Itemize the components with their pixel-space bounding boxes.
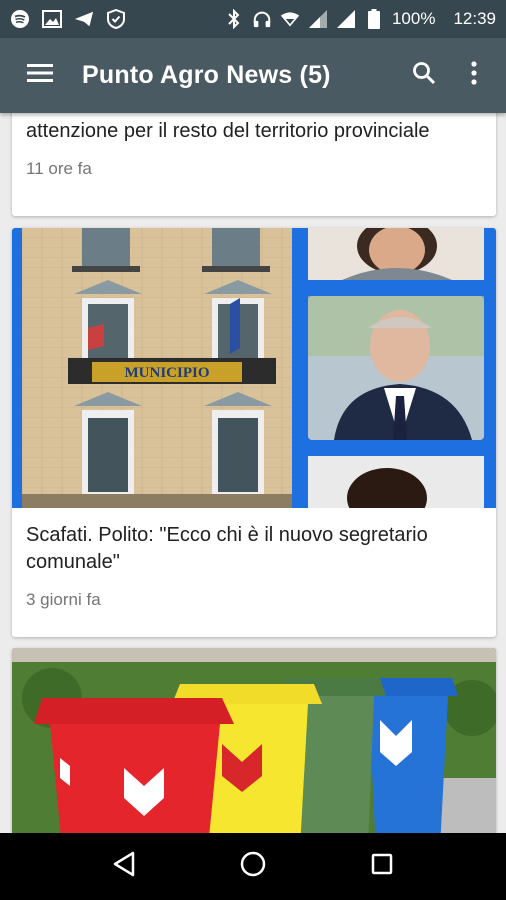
app-bar: Punto Agro News (5) [0, 38, 506, 113]
page-title: Punto Agro News (5) [82, 61, 331, 89]
news-title: Scafati. Polito: "Ecco chi è il nuovo se… [26, 524, 428, 573]
news-feed[interactable]: attenzione per il resto del territorio p… [0, 113, 506, 833]
signal-icon-2 [336, 9, 356, 29]
menu-button[interactable] [18, 54, 62, 98]
news-image [12, 648, 496, 833]
shield-icon [106, 9, 126, 29]
clock: 12:39 [453, 9, 496, 28]
news-title: attenzione per il resto del territorio p… [26, 120, 430, 142]
battery-icon [364, 9, 384, 29]
wifi-icon [280, 9, 300, 29]
home-circle-icon [240, 851, 266, 882]
back-button[interactable] [99, 842, 149, 892]
news-card[interactable] [12, 648, 496, 833]
search-icon [412, 61, 436, 90]
news-time: 11 ore fa [26, 159, 92, 178]
send-icon [74, 9, 94, 29]
overflow-menu-button[interactable] [452, 54, 496, 98]
news-time: 3 giorni fa [26, 590, 101, 609]
more-vert-icon [471, 61, 477, 90]
image-icon [42, 9, 62, 29]
bluetooth-icon [224, 9, 244, 29]
news-card[interactable]: MUNICIPIO Scafati. Polito: "Ecco chi è i… [12, 228, 496, 637]
battery-percentage: 100% [391, 9, 436, 28]
headphones-icon [252, 9, 272, 29]
status-bar: 100% 12:39 [0, 0, 506, 38]
news-card[interactable]: attenzione per il resto del territorio p… [12, 113, 496, 216]
system-navigation-bar [0, 833, 506, 900]
recents-square-icon [371, 853, 393, 880]
signal-icon [308, 9, 328, 29]
spotify-icon [10, 9, 30, 29]
hamburger-menu-icon [27, 63, 53, 88]
recents-button[interactable] [357, 842, 407, 892]
municipio-sign: MUNICIPIO [125, 365, 210, 381]
home-button[interactable] [228, 842, 278, 892]
back-triangle-icon [112, 851, 136, 882]
news-image: MUNICIPIO [12, 228, 496, 508]
search-button[interactable] [402, 54, 446, 98]
